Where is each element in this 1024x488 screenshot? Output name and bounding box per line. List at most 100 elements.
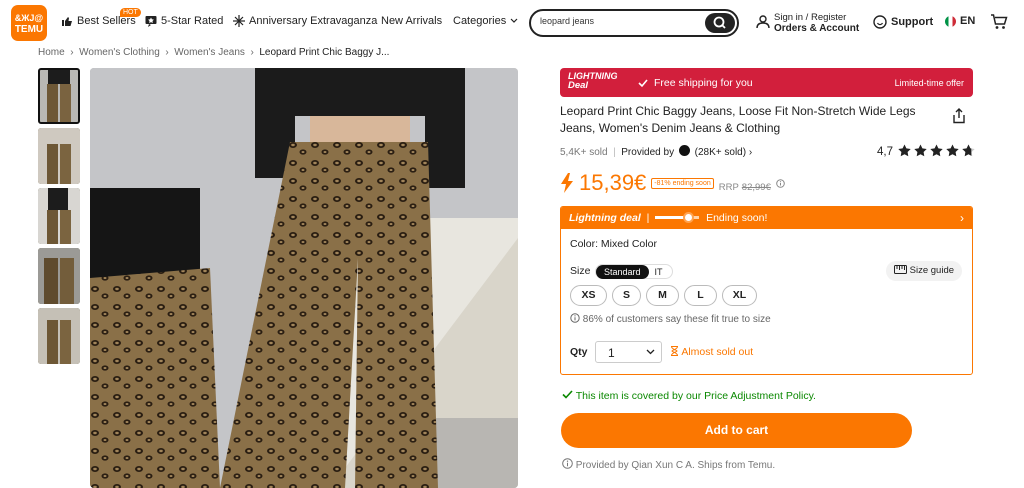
qty-select[interactable]: 1 xyxy=(595,341,662,363)
fit-note-text: 86% of customers say these fit true to s… xyxy=(582,314,771,325)
seller-sold-count[interactable]: (28K+ sold) xyxy=(695,147,746,158)
thumbnail-1[interactable] xyxy=(38,68,80,124)
policy-text: This item is covered by our Price Adjust… xyxy=(575,390,816,402)
account-link[interactable]: Sign in / Register Orders & Account xyxy=(756,12,860,36)
product-meta: 5,4K+ sold | Provided by (28K+ sold) › xyxy=(560,145,752,158)
price-policy-note[interactable]: This item is covered by our Price Adjust… xyxy=(562,390,816,402)
share-icon[interactable] xyxy=(952,108,966,124)
five-star-label: 5-Star Rated xyxy=(161,15,224,27)
lightning-deal-header[interactable]: Lightning deal | Ending soon! › xyxy=(561,207,972,229)
header-divider: | xyxy=(643,212,653,224)
check-icon xyxy=(562,390,573,399)
provided-footer-text: Provided by Qian Xun C A. Ships from Tem… xyxy=(575,460,776,471)
thumbnail-4[interactable] xyxy=(38,248,80,304)
size-label: Size xyxy=(570,265,591,277)
lightning-deal-logo: LIGHTNING Deal xyxy=(568,71,618,91)
rrp-label: RRP xyxy=(718,182,739,193)
user-icon xyxy=(756,15,770,29)
product-title: Leopard Print Chic Baggy Jeans, Loose Fi… xyxy=(560,104,916,135)
size-s[interactable]: S xyxy=(612,285,641,306)
language-selector[interactable]: EN xyxy=(945,15,975,27)
signin-label: Sign in / Register xyxy=(774,12,847,23)
rrp-price: 82,99€ xyxy=(741,182,771,193)
breadcrumb-current: Leopard Print Chic Baggy J... xyxy=(259,47,390,58)
nav-anniversary[interactable]: Anniversary Extravaganza xyxy=(233,15,377,27)
logo-line2: TEMU xyxy=(14,24,44,35)
hourglass-icon xyxy=(671,346,678,356)
main-product-image[interactable] xyxy=(90,68,518,488)
size-guide-label: Size guide xyxy=(909,265,955,276)
breadcrumb-separator: › xyxy=(67,47,77,58)
deal-progress-knob xyxy=(683,212,695,223)
thumbnail-5[interactable] xyxy=(38,308,80,364)
sold-count: 5,4K+ sold xyxy=(560,147,608,158)
search-button[interactable] xyxy=(705,13,735,33)
rating-value: 4,7 xyxy=(877,146,893,158)
size-xl[interactable]: XL xyxy=(722,285,757,306)
thumbnail-2[interactable] xyxy=(38,128,80,184)
discount-badge: -81% ending soon xyxy=(651,177,714,189)
color-label: Color: Mixed Color xyxy=(570,238,657,250)
cart-icon[interactable] xyxy=(990,14,1008,30)
banner-logo-line2: Deal xyxy=(568,80,589,91)
breadcrumb-womens-clothing[interactable]: Women's Clothing xyxy=(79,47,160,58)
sparkle-icon xyxy=(233,15,245,27)
fit-note: 86% of customers say these fit true to s… xyxy=(570,313,771,325)
hot-badge: HOT xyxy=(120,8,141,17)
thumbnail-3[interactable] xyxy=(38,188,80,244)
breadcrumb-home[interactable]: Home xyxy=(38,47,65,58)
thumbs-up-icon xyxy=(62,17,72,26)
categories-label: Categories xyxy=(453,15,507,27)
info-icon[interactable] xyxy=(776,178,785,188)
top-header: &ЖJ@ TEMU Best Sellers HOT 5-Star Rated … xyxy=(0,0,1024,44)
nav-five-star[interactable]: 5-Star Rated xyxy=(145,15,223,27)
ruler-icon xyxy=(894,265,907,274)
search-icon xyxy=(713,16,726,29)
size-guide-button[interactable]: Size guide xyxy=(886,261,963,281)
ending-soon-label: Ending soon! xyxy=(706,212,768,224)
breadcrumb-womens-jeans[interactable]: Women's Jeans xyxy=(174,47,245,58)
temu-logo[interactable]: &ЖJ@ TEMU xyxy=(11,5,47,41)
rating-summary[interactable]: 4,7 xyxy=(877,144,976,158)
add-to-cart-button[interactable]: Add to cart xyxy=(561,413,912,448)
nav-new-arrivals[interactable]: New Arrivals xyxy=(381,15,442,27)
current-price: 15,39€ xyxy=(579,170,647,195)
support-link[interactable]: Support xyxy=(873,15,933,29)
qty-label: Qty xyxy=(570,346,588,358)
chevron-down-icon xyxy=(510,18,518,23)
size-standard-option[interactable]: Standard xyxy=(596,264,649,279)
search-input[interactable] xyxy=(540,16,700,26)
limited-offer-label: Limited-time offer xyxy=(894,78,964,88)
nav-categories[interactable]: Categories xyxy=(453,15,518,27)
search-box[interactable] xyxy=(529,9,739,37)
info-icon xyxy=(562,458,573,469)
seller-avatar[interactable] xyxy=(678,145,690,156)
language-label: EN xyxy=(960,15,976,27)
chevron-down-icon xyxy=(646,349,655,355)
logo-line1: &ЖJ@ xyxy=(14,13,44,23)
check-icon xyxy=(638,79,648,88)
italy-flag-icon xyxy=(945,15,956,27)
size-system-toggle[interactable]: Standard IT xyxy=(595,264,673,279)
star-badge-icon xyxy=(145,16,157,27)
lightning-deal-banner: LIGHTNING Deal Free shipping for you Lim… xyxy=(560,68,973,97)
size-options: XS S M L XL xyxy=(570,285,762,306)
size-it-option[interactable]: IT xyxy=(649,267,672,277)
support-label: Support xyxy=(891,16,934,28)
lightning-icon xyxy=(561,173,573,193)
meta-separator: | xyxy=(610,147,619,158)
provided-footer: Provided by Qian Xun C A. Ships from Tem… xyxy=(562,458,775,471)
size-l[interactable]: L xyxy=(684,285,717,306)
lightning-deal-box: Lightning deal | Ending soon! › Color: M… xyxy=(560,206,973,375)
price-row: 15,39€ -81% ending soon RRP 82,99€ xyxy=(560,170,785,196)
almost-sold-out-label: Almost sold out xyxy=(681,346,754,358)
qty-value: 1 xyxy=(608,346,615,360)
size-m[interactable]: M xyxy=(646,285,679,306)
almost-sold-out: Almost sold out xyxy=(670,346,753,358)
provided-by-label: Provided by xyxy=(621,147,675,158)
size-xs[interactable]: XS xyxy=(570,285,607,306)
breadcrumb-separator: › xyxy=(247,47,257,58)
orders-label: Orders & Account xyxy=(774,23,860,34)
breadcrumb-separator: › xyxy=(162,47,172,58)
free-shipping-label: Free shipping for you xyxy=(654,77,753,89)
